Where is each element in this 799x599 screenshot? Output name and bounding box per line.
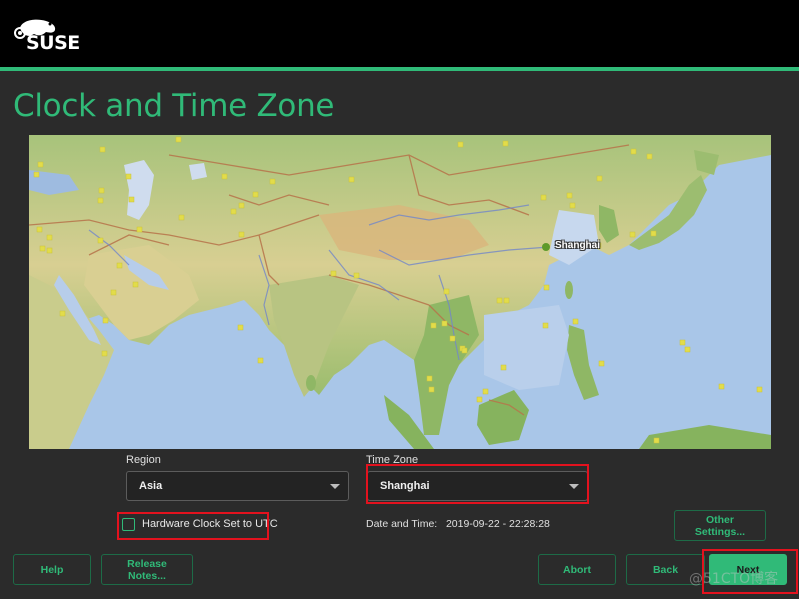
timezone-label: Time Zone [366,454,419,466]
city-marker [428,386,435,393]
city-marker [500,364,507,371]
city-marker [178,214,185,221]
chevron-down-icon [569,484,579,489]
world-map[interactable] [29,135,771,449]
next-button[interactable]: Next [709,554,787,585]
city-marker [646,153,653,160]
abort-button[interactable]: Abort [538,554,616,585]
city-marker [36,226,43,233]
page-title: Clock and Time Zone [13,88,335,124]
header: SUSE [0,0,799,67]
date-time-label: Date and Time: [366,518,438,530]
city-marker [684,346,691,353]
hardware-clock-utc-label[interactable]: Hardware Clock Set to UTC [142,518,278,530]
city-marker [569,202,576,209]
city-marker [457,141,464,148]
city-marker [348,176,355,183]
region-value: Asia [139,480,163,492]
city-marker [101,350,108,357]
city-marker [476,396,483,403]
city-marker [257,357,264,364]
aral-sea [189,163,207,180]
city-marker [629,231,636,238]
city-marker [33,171,40,178]
city-marker [116,262,123,269]
city-marker [37,161,44,168]
city-marker [269,178,276,185]
city-marker [132,281,139,288]
help-button[interactable]: Help [13,554,91,585]
region-label: Region [126,454,161,466]
city-marker [46,247,53,254]
city-marker [330,270,337,277]
south-china-sea [484,305,569,390]
timezone-combobox[interactable]: Shanghai [367,471,588,501]
city-marker [46,234,53,241]
city-marker [125,173,132,180]
timezone-map[interactable]: Shanghai [29,135,771,449]
city-marker [503,297,510,304]
city-marker [237,324,244,331]
hardware-clock-utc-checkbox[interactable] [122,518,135,531]
date-time-value: 2019-09-22 - 22:28:28 [445,518,550,530]
city-marker [221,173,228,180]
city-marker [128,196,135,203]
region-combobox[interactable]: Asia [126,471,349,501]
city-marker [449,335,456,342]
timezone-value: Shanghai [380,480,430,492]
city-marker [596,175,603,182]
city-marker [426,375,433,382]
landmass-sri-lanka [306,375,316,391]
city-marker [540,194,547,201]
brand-name: SUSE [26,32,80,54]
city-marker [99,146,106,153]
city-marker [630,148,637,155]
city-marker [59,310,66,317]
city-marker [136,226,143,233]
city-marker [110,289,117,296]
city-marker [679,339,686,346]
city-marker [718,383,725,390]
selected-city-marker[interactable] [542,243,550,251]
city-marker [566,192,573,199]
city-marker [461,347,468,354]
city-marker [542,322,549,329]
city-marker [543,284,550,291]
city-marker [252,191,259,198]
city-marker [650,230,657,237]
back-button[interactable]: Back [626,554,705,585]
city-marker [230,208,237,215]
city-marker [98,187,105,194]
date-time-readout: Date and Time: 2019-09-22 - 22:28:28 [366,518,550,530]
selected-city-label: Shanghai [555,240,601,251]
city-marker [238,202,245,209]
city-marker [572,318,579,325]
city-marker [482,388,489,395]
city-marker [653,437,660,444]
city-marker [430,322,437,329]
city-marker [97,237,104,244]
city-marker [441,320,448,327]
city-marker [443,288,450,295]
city-marker [496,297,503,304]
city-marker [756,386,763,393]
other-settings-button[interactable]: Other Settings... [674,510,766,541]
city-marker [353,272,360,279]
city-marker [502,140,509,147]
city-marker [598,360,605,367]
city-marker [175,136,182,143]
landmass-taiwan [565,281,573,299]
release-notes-button[interactable]: Release Notes... [101,554,193,585]
city-marker [238,231,245,238]
city-marker [97,197,104,204]
city-marker [102,317,109,324]
header-accent-bar [0,67,799,71]
chevron-down-icon [330,484,340,489]
city-marker [39,245,46,252]
